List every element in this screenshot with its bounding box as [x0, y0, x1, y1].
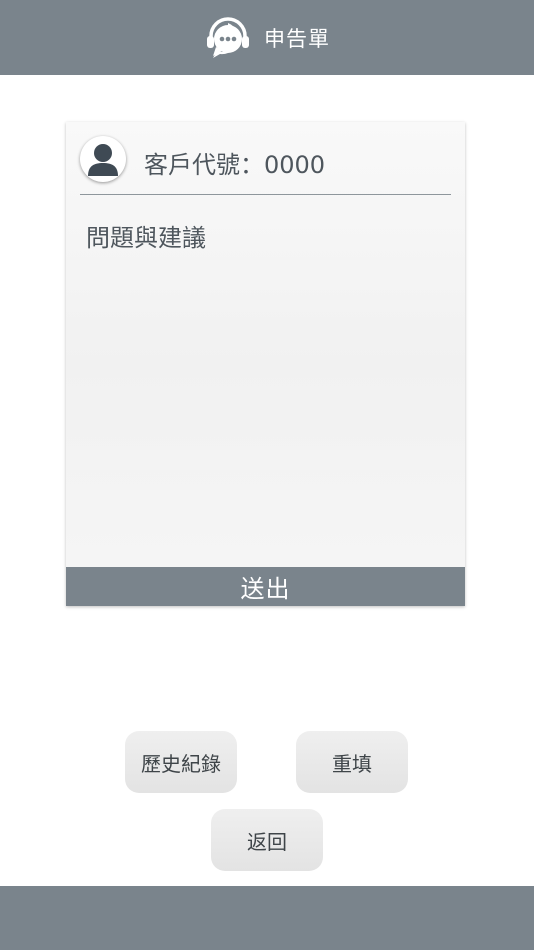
reset-button[interactable]: 重填: [296, 731, 408, 793]
top-bar-content: 申告單: [0, 0, 534, 75]
card-header: 客戶代號：0000: [80, 136, 451, 195]
submit-button[interactable]: 送出: [66, 567, 465, 606]
top-bar: 申告單: [0, 0, 534, 75]
customer-id-label: 客戶代號：0000: [144, 151, 326, 179]
back-button[interactable]: 返回: [211, 809, 323, 871]
headset-chat-icon: [207, 16, 249, 58]
feedback-input[interactable]: [80, 210, 451, 560]
report-card: 客戶代號：0000 送出: [66, 122, 465, 606]
page-title: 申告單: [264, 26, 330, 51]
avatar: [80, 136, 126, 182]
user-avatar-icon: [82, 138, 124, 180]
bottom-bar: [0, 886, 534, 950]
history-button[interactable]: 歷史紀錄: [125, 731, 237, 793]
